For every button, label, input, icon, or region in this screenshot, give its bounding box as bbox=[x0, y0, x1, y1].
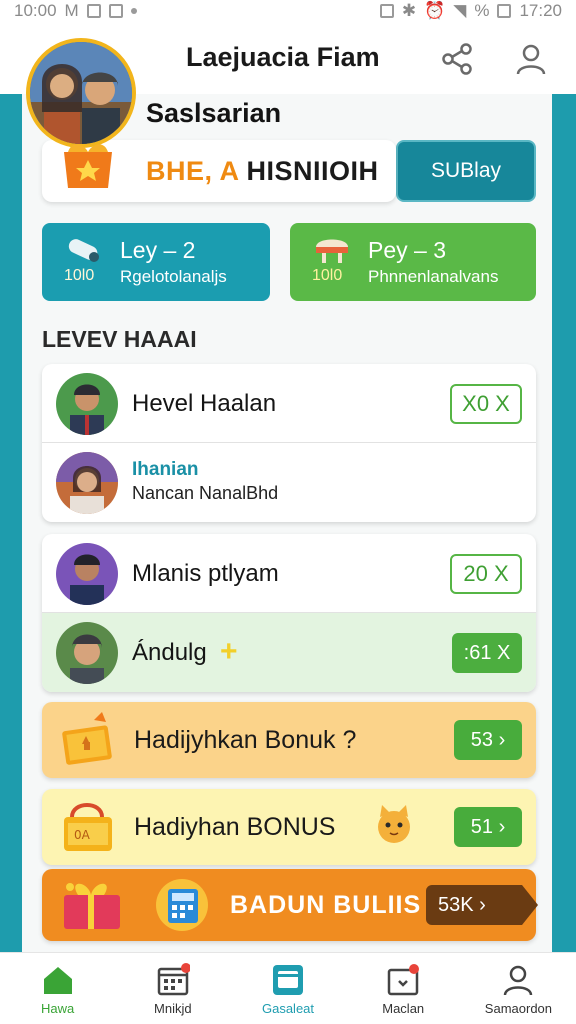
avatar bbox=[56, 543, 118, 605]
profile-icon bbox=[504, 965, 533, 996]
calculator-icon bbox=[156, 879, 208, 931]
gift-boxes-icon bbox=[64, 883, 120, 929]
status-bluetooth-icon: ✱ bbox=[401, 1, 417, 20]
basket-icon: 0A bbox=[64, 803, 112, 851]
nav-label: Hawa bbox=[40, 1001, 75, 1016]
list-item-name: Ándulg bbox=[132, 639, 207, 666]
status-percent: % bbox=[474, 1, 490, 20]
plus-icon: + bbox=[220, 635, 238, 668]
gift-box-icon bbox=[64, 144, 112, 188]
promo-text-highlight: BHE, A bbox=[146, 156, 239, 186]
share-icon[interactable] bbox=[440, 42, 474, 76]
status-notification-icon bbox=[86, 4, 101, 18]
status-battery-icon bbox=[497, 4, 512, 18]
list-group-2: Mlanis ptlyam 20 X Ándulg + :61 X bbox=[42, 534, 536, 692]
bonus-button[interactable]: 51 › bbox=[454, 807, 522, 847]
list-item-subtitle: Nancan NanalBhd bbox=[132, 483, 279, 503]
status-letter: M bbox=[64, 1, 79, 20]
bonus-card-2[interactable]: 0A Hadiyhan BONUS 51 › bbox=[42, 789, 536, 865]
list-item[interactable]: Hevel Haalan X0 X bbox=[42, 364, 536, 443]
bottom-nav: Hawa Mnikjd Gasaleat Maclan Samaordon bbox=[0, 952, 576, 1024]
promo-text: BHE, A HISNIIOIH bbox=[146, 156, 379, 187]
promo-text-main: HISNIIOIH bbox=[246, 156, 379, 186]
status-wifi-icon: ◥ bbox=[453, 1, 467, 20]
bonus-button[interactable]: 53K › bbox=[426, 885, 538, 925]
frame-right bbox=[552, 94, 576, 954]
status-bar: 10:00 M ✱ ⏰ ◥ % 17:20 bbox=[0, 0, 576, 22]
nav-label: Maclan bbox=[382, 1001, 425, 1016]
bonus-card-1[interactable]: Hadijyhkan Bonuk ? 53 › bbox=[42, 702, 536, 778]
key-card-number: 10l0 bbox=[312, 267, 343, 284]
list-item-name: Mlanis ptlyam bbox=[132, 560, 279, 587]
card-icon bbox=[273, 965, 303, 995]
nav-item-profile[interactable]: Samaordon bbox=[461, 953, 576, 1024]
home-icon bbox=[43, 967, 72, 994]
status-vibrate-icon bbox=[379, 4, 394, 18]
page-title: Laejuacia Fiam bbox=[186, 42, 380, 72]
list-item-title: Ihanian bbox=[132, 459, 199, 480]
key-card-title: Ley – 2 bbox=[120, 237, 196, 263]
key-card-title: Pey – 3 bbox=[368, 237, 446, 263]
section-title: LEVEV HAAAI bbox=[42, 326, 197, 352]
subscribe-button[interactable]: SUBlay bbox=[396, 140, 536, 202]
list-item[interactable]: Mlanis ptlyam 20 X bbox=[42, 534, 536, 613]
bonus-card-3[interactable]: BADUN BULIIS 53K › bbox=[42, 869, 538, 941]
status-dot-icon bbox=[130, 8, 137, 14]
multiplier-badge[interactable]: 20 X bbox=[450, 554, 522, 594]
status-clock: 17:20 bbox=[519, 1, 562, 20]
status-alarm-icon: ⏰ bbox=[424, 1, 446, 20]
calendar-icon bbox=[157, 963, 190, 996]
key-card-number: 10l0 bbox=[64, 267, 95, 284]
key-card-subtitle: Rgelotolanaljs bbox=[120, 267, 227, 286]
status-time: 10:00 bbox=[14, 1, 57, 20]
avatar bbox=[56, 622, 118, 684]
mail-icon bbox=[387, 964, 420, 996]
bonus-label: Hadiyhan BONUS bbox=[134, 813, 336, 841]
user-name: Saslsarian bbox=[146, 98, 282, 128]
bonus-button[interactable]: 53 › bbox=[454, 720, 522, 760]
scroll-icon bbox=[68, 239, 99, 262]
list-group-1: Hevel Haalan X0 X Ihanian Nancan NanalBh… bbox=[42, 364, 536, 522]
multiplier-badge[interactable]: :61 X bbox=[452, 633, 522, 673]
bonus-label: Hadijyhkan Bonuk ? bbox=[134, 726, 357, 754]
key-card-subtitle: Phnnenlanalvans bbox=[368, 267, 499, 286]
frame-left bbox=[0, 94, 22, 954]
gift-box-icon bbox=[62, 712, 112, 765]
nav-item-calendar[interactable]: Mnikjd bbox=[115, 953, 230, 1024]
profile-avatar[interactable] bbox=[26, 38, 136, 148]
list-item[interactable]: Ihanian Nancan NanalBhd bbox=[42, 443, 536, 522]
nav-label: Gasaleat bbox=[261, 1001, 315, 1016]
key-card-2[interactable]: Ley – 2 10l0 Rgelotolanaljs bbox=[42, 223, 270, 301]
bonus-label: BADUN BULIIS bbox=[230, 891, 422, 919]
list-item-name: Hevel Haalan bbox=[132, 390, 277, 417]
nav-label: Samaordon bbox=[484, 1001, 553, 1016]
nav-item-mail[interactable]: Maclan bbox=[346, 953, 461, 1024]
nav-item-card[interactable]: Gasaleat bbox=[230, 953, 345, 1024]
avatar bbox=[56, 452, 118, 514]
user-icon[interactable] bbox=[514, 42, 548, 76]
avatar bbox=[56, 373, 118, 435]
svg-text:0A: 0A bbox=[74, 828, 91, 842]
key-card-3[interactable]: Pey – 3 10l0 Phnnenlanalvans bbox=[290, 223, 536, 301]
status-image-icon bbox=[108, 4, 123, 18]
cat-mascot-icon bbox=[378, 805, 410, 843]
nav-item-home[interactable]: Hawa bbox=[0, 953, 115, 1024]
cap-icon bbox=[316, 239, 348, 263]
nav-label: Mnikjd bbox=[154, 1001, 192, 1016]
multiplier-badge[interactable]: X0 X bbox=[450, 384, 522, 424]
list-item[interactable]: Ándulg + :61 X bbox=[42, 613, 536, 692]
